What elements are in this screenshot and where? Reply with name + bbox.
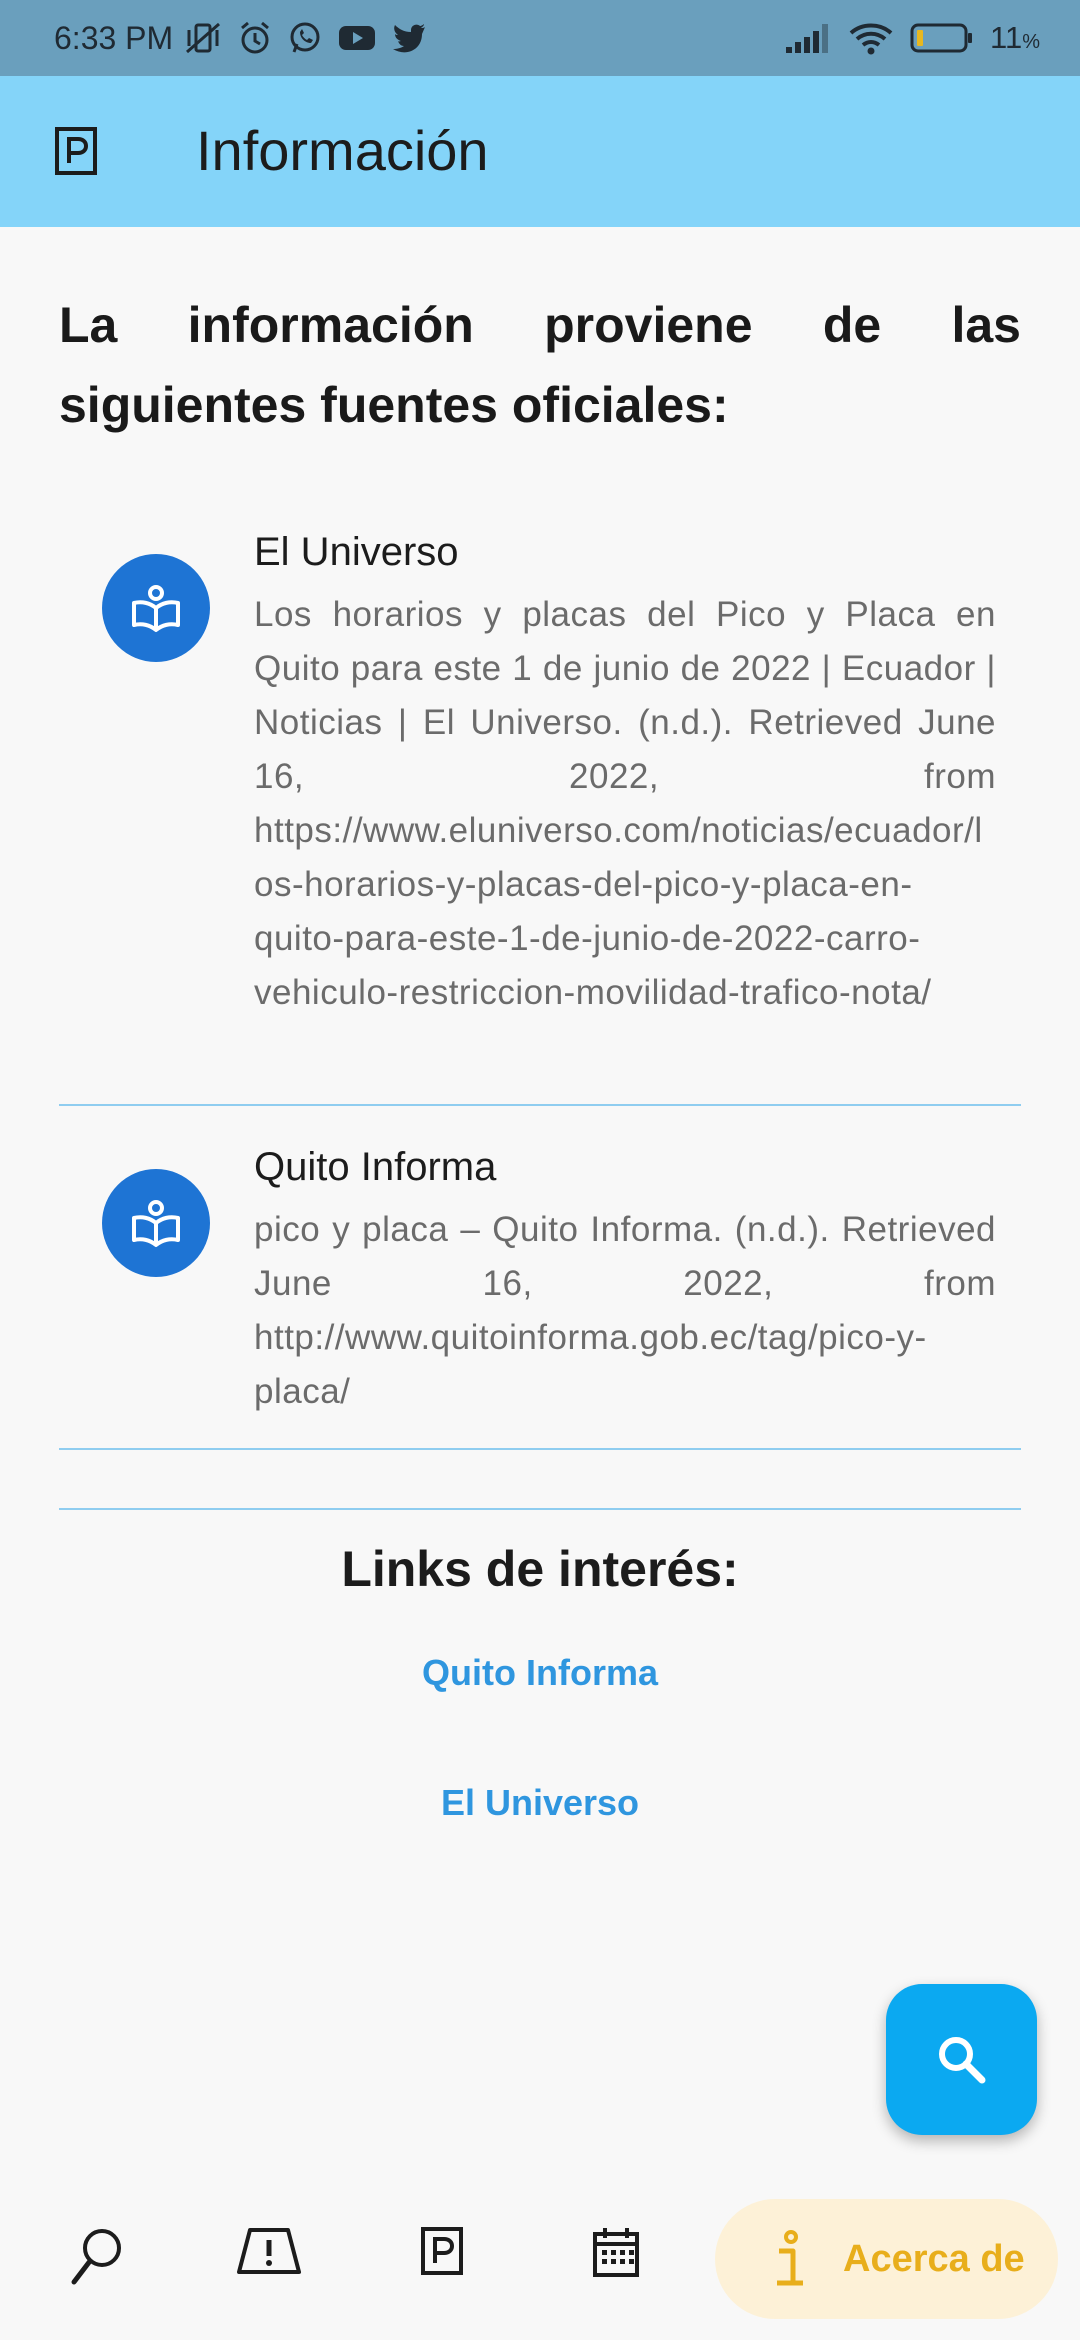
source-description: pico y placa – Quito Informa. (n.d.). Re… <box>254 1210 996 1411</box>
parking-p-icon[interactable] <box>54 126 98 176</box>
battery-icon <box>910 23 973 53</box>
nav-item-acerca-de[interactable]: Acerca de <box>715 2199 1058 2319</box>
search-icon <box>938 2036 985 2083</box>
wifi-icon <box>849 23 893 55</box>
source-avatar <box>102 554 210 662</box>
battery-unit: % <box>1022 31 1040 53</box>
source-avatar <box>102 1169 210 1277</box>
calendar-icon[interactable] <box>592 2226 640 2278</box>
status-time: 6:33 PM <box>54 19 174 56</box>
search-fab-button[interactable] <box>886 1984 1037 2135</box>
divider <box>59 1104 1021 1106</box>
page-title: Información <box>196 119 489 182</box>
source-name: El Universo <box>254 530 459 574</box>
sources-heading: La información proviene de las siguiente… <box>59 297 1021 433</box>
twitter-icon <box>393 24 426 53</box>
battery-percent: 11% <box>990 20 1040 56</box>
app-bar: Información <box>0 76 1080 227</box>
status-bar: 6:33 PM 11% <box>0 0 1080 76</box>
battery-value: 11 <box>990 20 1023 55</box>
youtube-icon <box>339 26 376 50</box>
whatsapp-icon <box>290 22 320 53</box>
parking-p-icon[interactable] <box>420 2226 464 2276</box>
notification-icons <box>183 20 427 56</box>
divider <box>59 1508 1021 1510</box>
open-book-icon <box>132 585 180 632</box>
open-book-icon <box>132 1200 180 1247</box>
road-warning-icon[interactable] <box>236 2226 302 2276</box>
alarm-icon <box>241 21 270 54</box>
signal-icon <box>786 24 829 53</box>
vibrate-off-icon <box>186 22 221 54</box>
links-title: Links de interés: <box>341 1541 739 1597</box>
link-el-universo[interactable]: El Universo <box>0 1782 1080 1824</box>
nav-item-label: Acerca de <box>843 2237 1025 2280</box>
divider <box>59 1448 1021 1450</box>
search-icon[interactable] <box>70 2226 126 2286</box>
source-description: Los horarios y placas del Pico y Placa e… <box>254 595 996 1012</box>
info-icon <box>777 2230 803 2286</box>
source-name: Quito Informa <box>254 1145 497 1189</box>
link-quito-informa[interactable]: Quito Informa <box>0 1652 1080 1694</box>
